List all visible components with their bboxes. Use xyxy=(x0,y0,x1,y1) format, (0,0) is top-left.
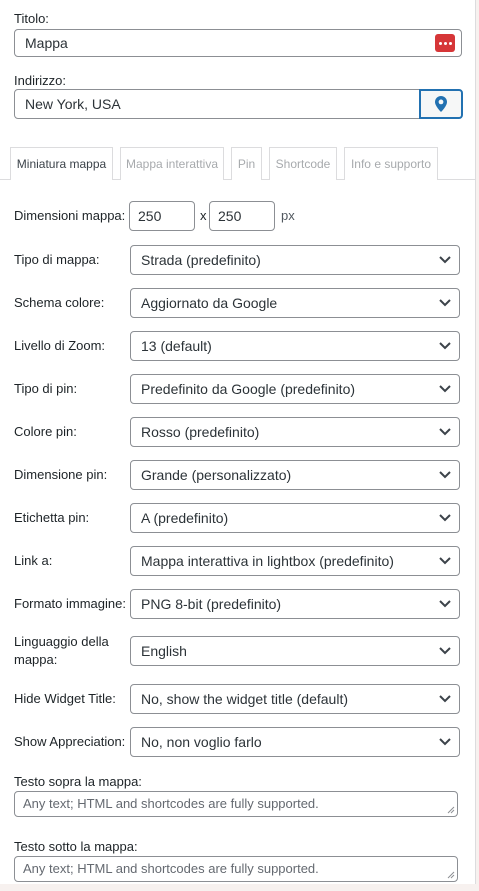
pin-size-select[interactable]: Grande (personalizzato) xyxy=(130,460,460,490)
widget-panel: Titolo: Mappa Indirizzo: New York, USA M… xyxy=(0,0,476,884)
link-to-value: Mappa interattiva in lightbox (predefini… xyxy=(141,553,394,569)
address-input[interactable]: New York, USA xyxy=(14,89,420,119)
image-format-label: Formato immagine: xyxy=(14,596,126,611)
map-height-input[interactable]: 250 xyxy=(209,201,275,231)
show-appreciation-value: No, non voglio farlo xyxy=(141,734,262,750)
show-appreciation-select[interactable]: No, non voglio farlo xyxy=(130,727,460,757)
zoom-level-select[interactable]: 13 (default) xyxy=(130,331,460,361)
pin-color-label: Colore pin: xyxy=(14,424,77,439)
color-scheme-value: Aggiornato da Google xyxy=(141,295,278,311)
link-to-select[interactable]: Mappa interattiva in lightbox (predefini… xyxy=(130,546,460,576)
chevron-down-icon xyxy=(439,647,451,655)
zoom-level-label: Livello di Zoom: xyxy=(14,338,106,353)
chevron-down-icon xyxy=(439,738,451,746)
pin-label-select[interactable]: A (predefinito) xyxy=(130,503,460,533)
tab-pin[interactable]: Pin xyxy=(231,147,262,180)
tab-mappa-interattiva[interactable]: Mappa interattiva xyxy=(120,147,224,180)
pin-type-select[interactable]: Predefinito da Google (predefinito) xyxy=(130,374,460,404)
tab-miniatura-mappa[interactable]: Miniatura mappa xyxy=(10,147,113,180)
image-format-value: PNG 8-bit (predefinito) xyxy=(141,596,282,612)
chevron-down-icon xyxy=(439,600,451,608)
color-scheme-label: Schema colore: xyxy=(14,295,105,310)
text-above-placeholder: Any text; HTML and shortcodes are fully … xyxy=(23,796,319,811)
text-below-placeholder: Any text; HTML and shortcodes are fully … xyxy=(23,861,319,876)
pin-label-label: Etichetta pin: xyxy=(14,510,90,525)
password-manager-dots-icon[interactable] xyxy=(435,34,455,52)
dimensions-separator: x xyxy=(200,208,207,223)
pin-type-label: Tipo di pin: xyxy=(14,381,78,396)
title-input-value: Mappa xyxy=(25,35,68,51)
pin-color-select[interactable]: Rosso (predefinito) xyxy=(130,417,460,447)
map-type-label: Tipo di mappa: xyxy=(14,252,100,267)
map-height-value: 250 xyxy=(218,208,242,224)
chevron-down-icon xyxy=(439,342,451,350)
hide-widget-title-label: Hide Widget Title: xyxy=(14,691,116,706)
chevron-down-icon xyxy=(439,256,451,264)
color-scheme-select[interactable]: Aggiornato da Google xyxy=(130,288,460,318)
title-label: Titolo: xyxy=(14,11,49,26)
image-format-select[interactable]: PNG 8-bit (predefinito) xyxy=(130,589,460,619)
map-width-value: 250 xyxy=(138,208,162,224)
chevron-down-icon xyxy=(439,428,451,436)
chevron-down-icon xyxy=(439,695,451,703)
pin-size-label: Dimensione pin: xyxy=(14,467,108,482)
chevron-down-icon xyxy=(439,514,451,522)
pin-size-value: Grande (personalizzato) xyxy=(141,467,292,483)
map-type-value: Strada (predefinito) xyxy=(141,252,261,268)
text-below-label: Testo sotto la mappa: xyxy=(14,839,138,854)
map-language-label: Linguaggio della mappa: xyxy=(14,633,109,669)
map-type-select[interactable]: Strada (predefinito) xyxy=(130,245,460,275)
text-below-textarea[interactable]: Any text; HTML and shortcodes are fully … xyxy=(14,856,458,882)
map-language-select[interactable]: English xyxy=(130,636,460,666)
map-language-label-line2: mappa: xyxy=(14,652,58,667)
address-input-value: New York, USA xyxy=(25,96,121,112)
hide-widget-title-value: No, show the widget title (default) xyxy=(141,691,348,707)
text-above-label: Testo sopra la mappa: xyxy=(14,774,142,789)
show-appreciation-label: Show Appreciation: xyxy=(14,734,126,749)
pin-label-value: A (predefinito) xyxy=(141,510,229,526)
chevron-down-icon xyxy=(439,299,451,307)
pin-color-value: Rosso (predefinito) xyxy=(141,424,260,440)
locate-address-button[interactable] xyxy=(419,89,463,119)
map-language-label-line1: Linguaggio della xyxy=(14,634,109,649)
resize-handle-icon[interactable] xyxy=(447,871,455,879)
title-input[interactable]: Mappa xyxy=(14,29,462,57)
zoom-level-value: 13 (default) xyxy=(141,338,212,354)
map-width-input[interactable]: 250 xyxy=(129,201,195,231)
map-pin-icon xyxy=(435,96,447,112)
dimensions-label: Dimensioni mappa: xyxy=(14,208,126,223)
link-to-label: Link a: xyxy=(14,553,53,568)
map-language-value: English xyxy=(141,643,187,659)
chevron-down-icon xyxy=(439,557,451,565)
tab-shortcode[interactable]: Shortcode xyxy=(269,147,337,180)
chevron-down-icon xyxy=(439,471,451,479)
tab-info-supporto[interactable]: Info e supporto xyxy=(344,147,438,180)
hide-widget-title-select[interactable]: No, show the widget title (default) xyxy=(130,684,460,714)
chevron-down-icon xyxy=(439,385,451,393)
text-above-textarea[interactable]: Any text; HTML and shortcodes are fully … xyxy=(14,791,458,817)
pin-type-value: Predefinito da Google (predefinito) xyxy=(141,381,356,397)
dimensions-unit: px xyxy=(281,208,295,223)
resize-handle-icon[interactable] xyxy=(447,806,455,814)
address-label: Indirizzo: xyxy=(14,73,67,88)
